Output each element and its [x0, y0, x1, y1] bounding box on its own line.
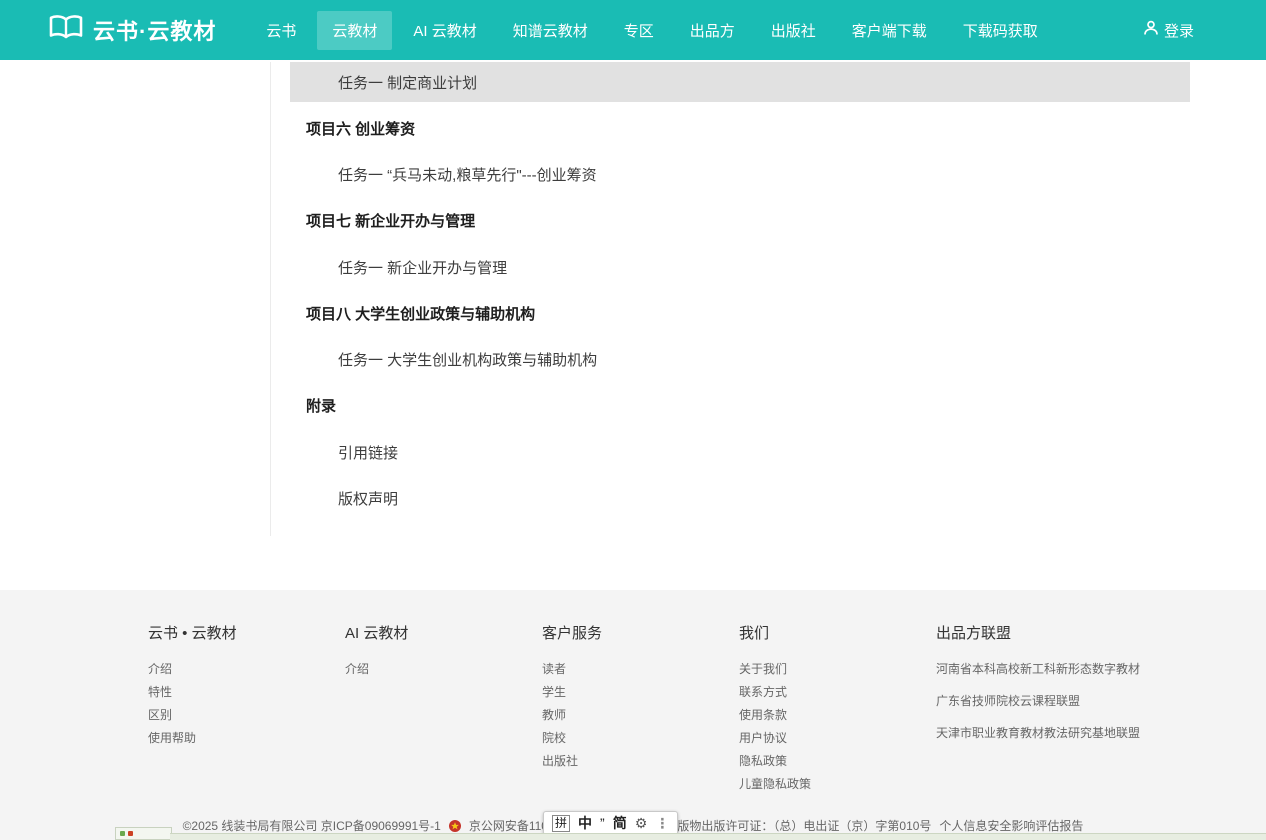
footer-link[interactable]: 联系方式	[739, 686, 936, 699]
nav-item-label: 出品方	[690, 23, 735, 40]
nav-item[interactable]: 下载码获取	[948, 11, 1053, 50]
footer-link[interactable]: 出版社	[542, 755, 739, 768]
nav-item[interactable]: 知谱云教材	[498, 11, 603, 50]
toc-item-label: 任务一 制定商业计划	[338, 72, 477, 93]
footer-link[interactable]: 用户协议	[739, 732, 936, 745]
footer-link[interactable]: 教师	[542, 709, 739, 722]
toc-item[interactable]: 任务一 大学生创业机构政策与辅助机构	[271, 336, 1190, 382]
footer-link[interactable]: 隐私政策	[739, 755, 936, 768]
footer-column-title: 客户服务	[542, 622, 739, 643]
footer-column-yunshu: 云书 • 云教材 介绍特性区别使用帮助	[148, 622, 345, 801]
logo-text: 云书·云教材	[93, 14, 216, 46]
toc-item-label: 任务一 新企业开办与管理	[338, 257, 507, 278]
icp-text: ©2025 线装书局有限公司 京ICP备09069991号-1	[183, 819, 441, 833]
footer-column-alliance: 出品方联盟 河南省本科高校新工科新形态数字教材广东省技师院校云课程联盟天津市职业…	[936, 622, 1266, 801]
footer-link[interactable]: 关于我们	[739, 663, 936, 676]
footer-column-title: 云书 • 云教材	[148, 622, 345, 643]
desktop-thumbnail	[115, 827, 172, 840]
nav-item[interactable]: AI 云教材	[398, 11, 491, 50]
footer-link[interactable]: 区别	[148, 709, 345, 722]
footer-link[interactable]: 介绍	[148, 663, 345, 676]
toc-item[interactable]: 任务一 “兵马未动,粮草先行"---创业筹资	[271, 151, 1190, 197]
footer-column-title: 我们	[739, 622, 936, 643]
footer-link[interactable]: 读者	[542, 663, 739, 676]
toc-item-label: 版权声明	[338, 488, 398, 509]
footer-link[interactable]: 儿童隐私政策	[739, 778, 936, 791]
footer-column-title: 出品方联盟	[936, 622, 1266, 643]
toc-item[interactable]: 项目七 新企业开办与管理	[271, 198, 1190, 244]
nav-item[interactable]: 出品方	[675, 11, 750, 50]
report-link[interactable]: 个人信息安全影响评估报告	[939, 819, 1083, 833]
toc-item-label: 项目六 创业筹资	[306, 118, 415, 139]
footer-link[interactable]: 学生	[542, 686, 739, 699]
footer-link[interactable]: 介绍	[345, 663, 542, 676]
footer-link[interactable]: 广东省技师院校云课程联盟	[936, 695, 1266, 708]
nav-item-label: 云书	[266, 23, 296, 40]
thumbnail-red-dot	[128, 831, 133, 836]
toc-item-label: 项目七 新企业开办与管理	[306, 210, 475, 231]
toc-item-label: 引用链接	[338, 442, 398, 463]
toc-item-label: 任务一 大学生创业机构政策与辅助机构	[338, 349, 597, 370]
open-book-logo-icon	[48, 14, 84, 47]
ime-pinyin-indicator[interactable]: 拼	[552, 815, 570, 832]
ime-charset-toggle[interactable]: 简	[613, 812, 627, 834]
footer-column-ai: AI 云教材 介绍	[345, 622, 542, 801]
main-nav: 云书 云教材 AI 云教材 知谱云教材 专区 出品	[248, 11, 1055, 50]
toc-item-label: 任务一 “兵马未动,粮草先行"---创业筹资	[338, 164, 597, 185]
nav-item-label: 下载码获取	[963, 23, 1038, 40]
toc-item[interactable]: 引用链接	[271, 429, 1190, 475]
logo[interactable]: 云书·云教材	[48, 14, 216, 47]
nav-item[interactable]: 云书	[251, 11, 311, 50]
user-icon	[1143, 20, 1159, 40]
ime-settings-gear-icon[interactable]: ⚙	[635, 812, 648, 834]
login-label: 登录	[1164, 20, 1194, 41]
toc-item[interactable]: 附录	[271, 383, 1190, 429]
footer-column-service: 客户服务 读者学生教师院校出版社	[542, 622, 739, 801]
ime-punctuation-toggle[interactable]: ”	[600, 812, 605, 834]
footer-link[interactable]: 天津市职业教育教材教法研究基地联盟	[936, 727, 1266, 740]
ime-language-toggle[interactable]: 中	[578, 812, 592, 834]
ime-more-icon[interactable]: ⋮	[655, 812, 669, 834]
toc-item[interactable]: 版权声明	[271, 475, 1190, 521]
nav-item-label: 客户端下载	[852, 23, 927, 40]
toc-item-label: 附录	[306, 395, 336, 416]
nav-item-label: AI 云教材	[413, 23, 476, 40]
nav-item-label: 出版社	[771, 23, 816, 40]
toc-item[interactable]: 项目六 创业筹资	[271, 105, 1190, 151]
toc-item[interactable]: 项目八 大学生创业政策与辅助机构	[271, 290, 1190, 336]
footer-link[interactable]: 特性	[148, 686, 345, 699]
footer-link[interactable]: 使用条款	[739, 709, 936, 722]
login-button[interactable]: 登录	[1143, 20, 1194, 41]
nav-item[interactable]: 出版社	[756, 11, 831, 50]
footer-link[interactable]: 使用帮助	[148, 732, 345, 745]
nav-item[interactable]: 云教材	[317, 11, 392, 50]
nav-item[interactable]: 专区	[609, 11, 669, 50]
nav-item-label: 专区	[624, 23, 654, 40]
footer-columns: 云书 • 云教材 介绍特性区别使用帮助 AI 云教材 介绍 客户服务 读者学生教…	[0, 622, 1266, 801]
footer-column-title: AI 云教材	[345, 622, 542, 643]
top-navbar: 云书·云教材 云书 云教材 AI 云教材 知谱云教材	[0, 0, 1266, 60]
main-content: 任务一 制定商业计划 项目六 创业筹资 任务一 “兵马未动,粮草先行"---创业…	[0, 62, 1266, 590]
footer-link[interactable]: 河南省本科高校新工科新形态数字教材	[936, 663, 1266, 676]
ime-toolbar[interactable]: 拼 中 ” 简 ⚙ ⋮	[543, 811, 678, 835]
toc-item-label: 项目八 大学生创业政策与辅助机构	[306, 303, 535, 324]
toc-item[interactable]: 任务一 制定商业计划	[290, 62, 1190, 102]
thumbnail-green-dot	[120, 831, 125, 836]
footer-link[interactable]: 院校	[542, 732, 739, 745]
nav-item-label: 云教材	[332, 23, 377, 40]
page: 云书·云教材 云书 云教材 AI 云教材 知谱云教材	[0, 0, 1266, 840]
table-of-contents: 任务一 制定商业计划 项目六 创业筹资 任务一 “兵马未动,粮草先行"---创业…	[270, 62, 1190, 536]
nav-item-label: 知谱云教材	[513, 23, 588, 40]
footer-column-us: 我们 关于我们联系方式使用条款用户协议隐私政策儿童隐私政策	[739, 622, 936, 801]
background-window-edge	[170, 833, 1266, 840]
toc-item[interactable]: 任务一 新企业开办与管理	[271, 244, 1190, 290]
footer: 云书 • 云教材 介绍特性区别使用帮助 AI 云教材 介绍 客户服务 读者学生教…	[0, 590, 1266, 840]
nav-item[interactable]: 客户端下载	[837, 11, 942, 50]
license-text: 电子出版物出版许可证：（总）电出证（京）字第010号	[641, 819, 931, 833]
